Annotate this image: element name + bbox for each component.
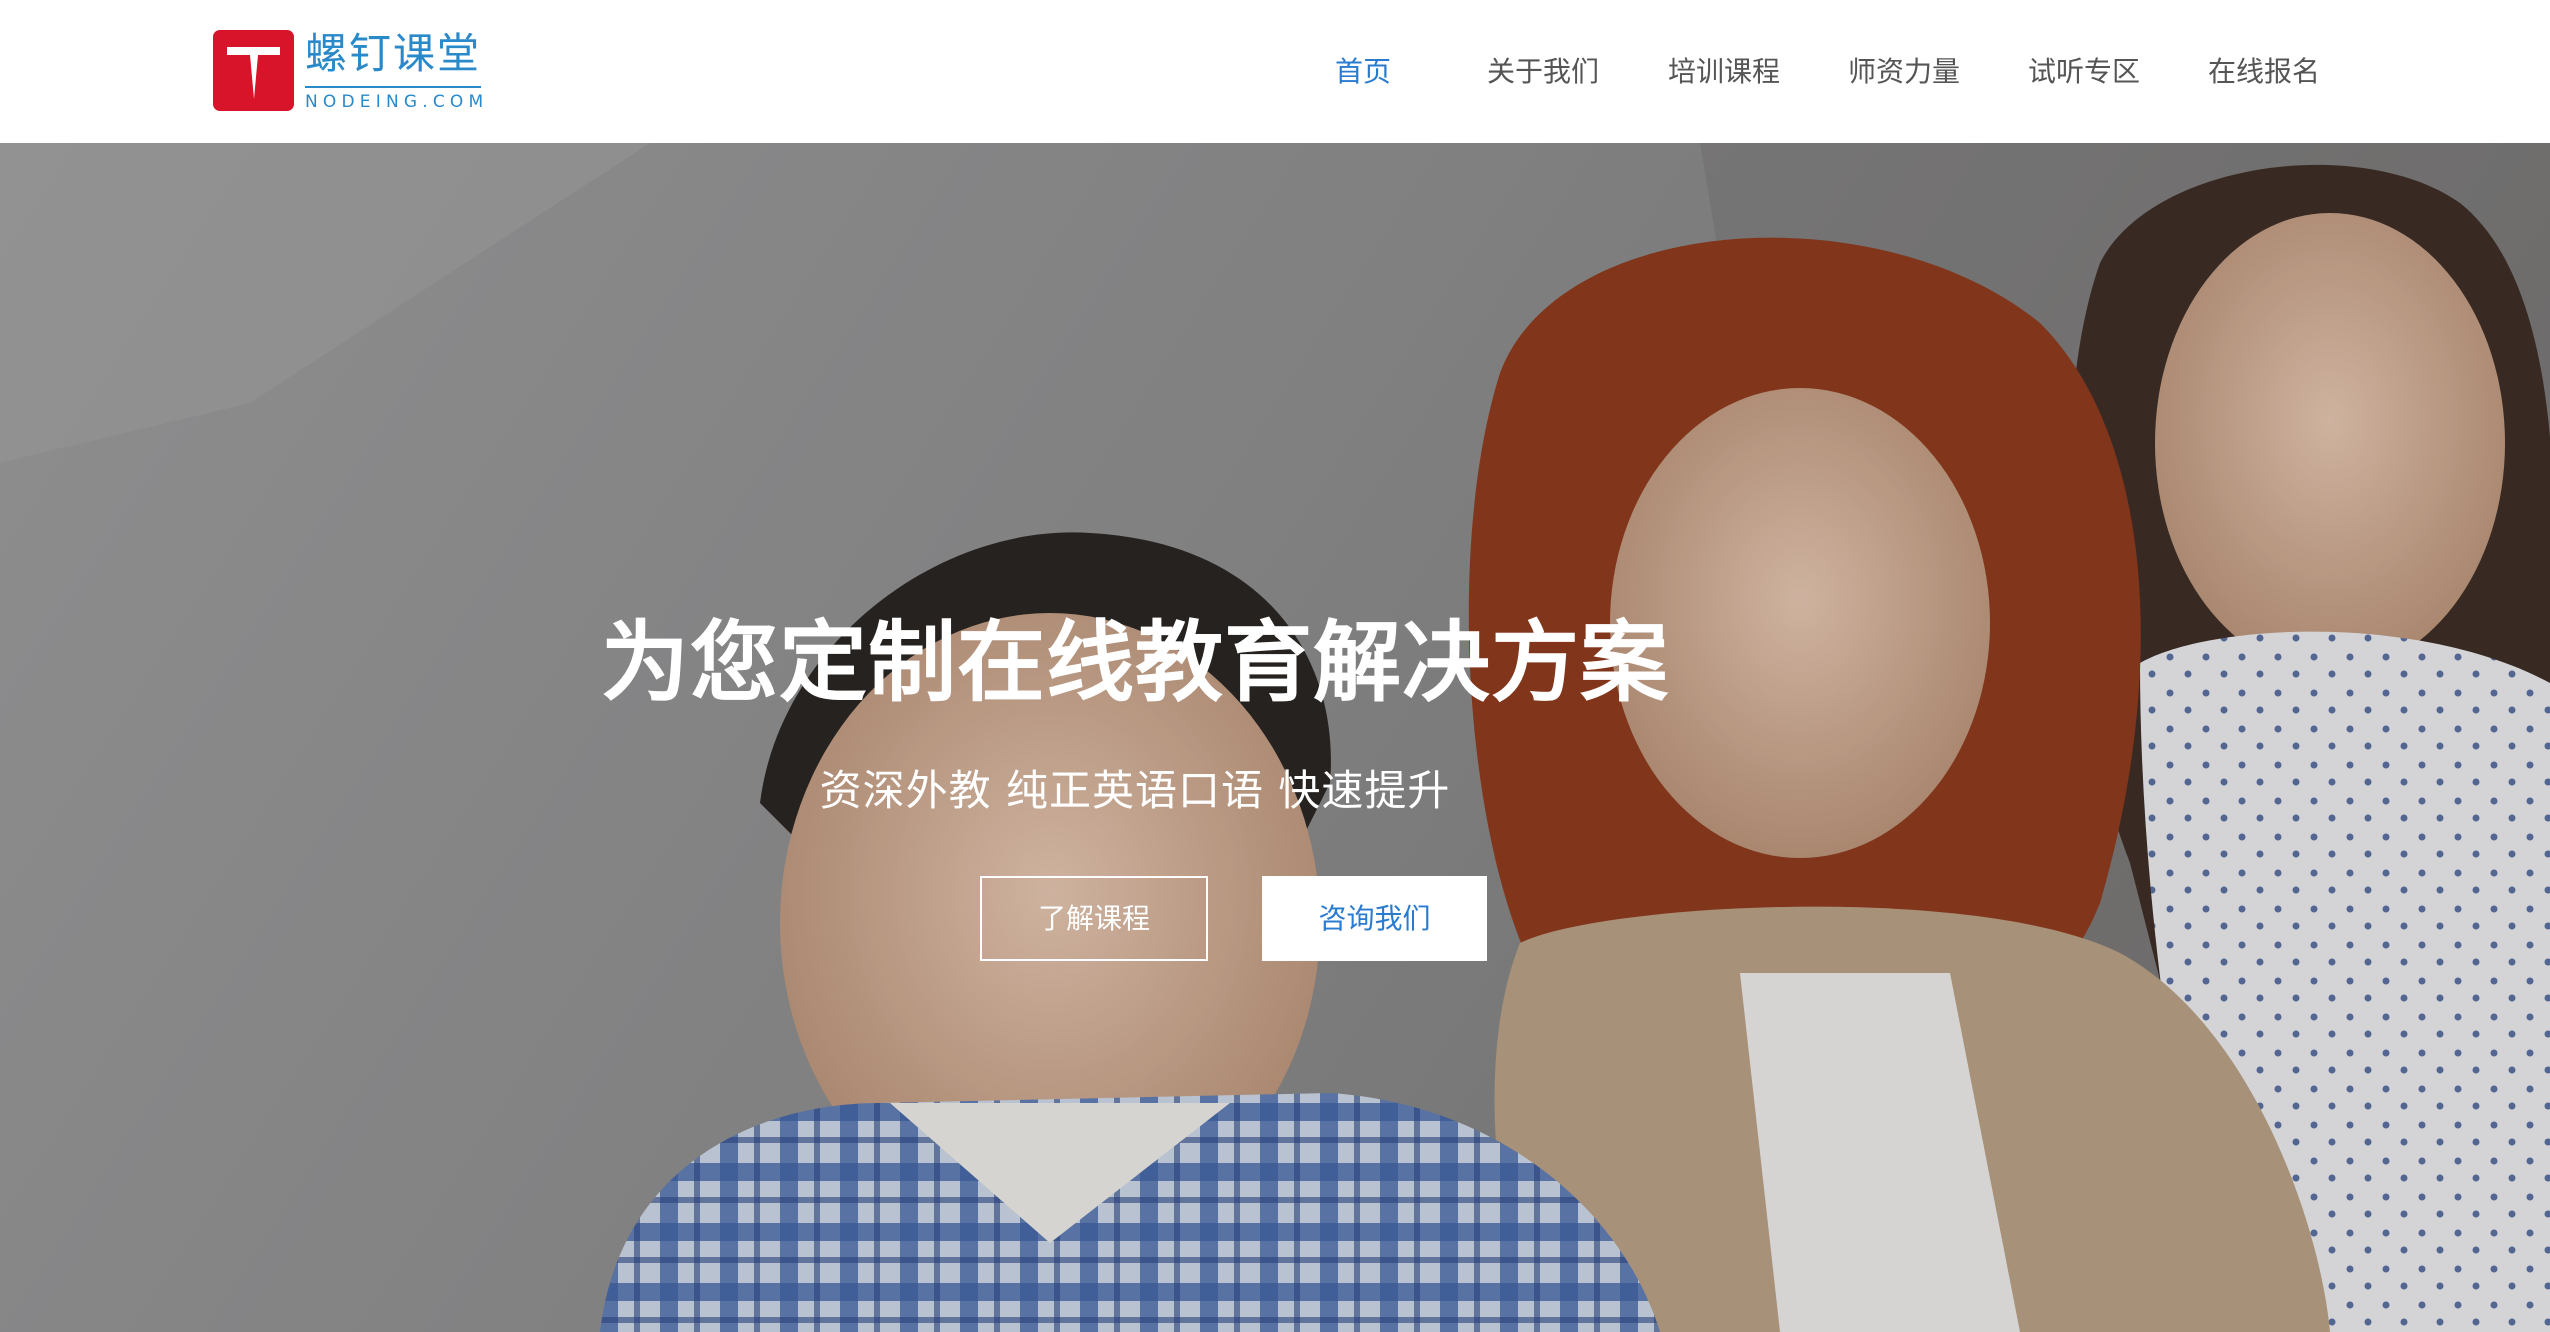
nav-item-courses[interactable]: 培训课程 — [1668, 50, 1780, 94]
main-nav: 首页 关于我们 培训课程 师资力量 试听专区 在线报名 — [0, 0, 2550, 143]
nav-item-about[interactable]: 关于我们 — [1487, 50, 1599, 94]
hero-subtitle: 资深外教 纯正英语口语 快速提升 — [819, 766, 1451, 815]
site-header: 螺钉课堂 NODEING.COM 首页 关于我们 培训课程 师资力量 试听专区 … — [0, 0, 2550, 143]
nav-item-home[interactable]: 首页 — [1335, 50, 1391, 94]
nav-item-register[interactable]: 在线报名 — [2208, 50, 2320, 94]
hero-dim-overlay — [0, 143, 2550, 1332]
learn-courses-button[interactable]: 了解课程 — [980, 876, 1208, 961]
contact-us-button[interactable]: 咨询我们 — [1262, 876, 1487, 961]
nav-item-teachers[interactable]: 师资力量 — [1848, 50, 1960, 94]
hero-title: 为您定制在线教育解决方案 — [600, 611, 1669, 714]
nav-item-trial[interactable]: 试听专区 — [2028, 50, 2140, 94]
hero-banner: 为您定制在线教育解决方案 资深外教 纯正英语口语 快速提升 了解课程 咨询我们 — [0, 143, 2550, 1332]
